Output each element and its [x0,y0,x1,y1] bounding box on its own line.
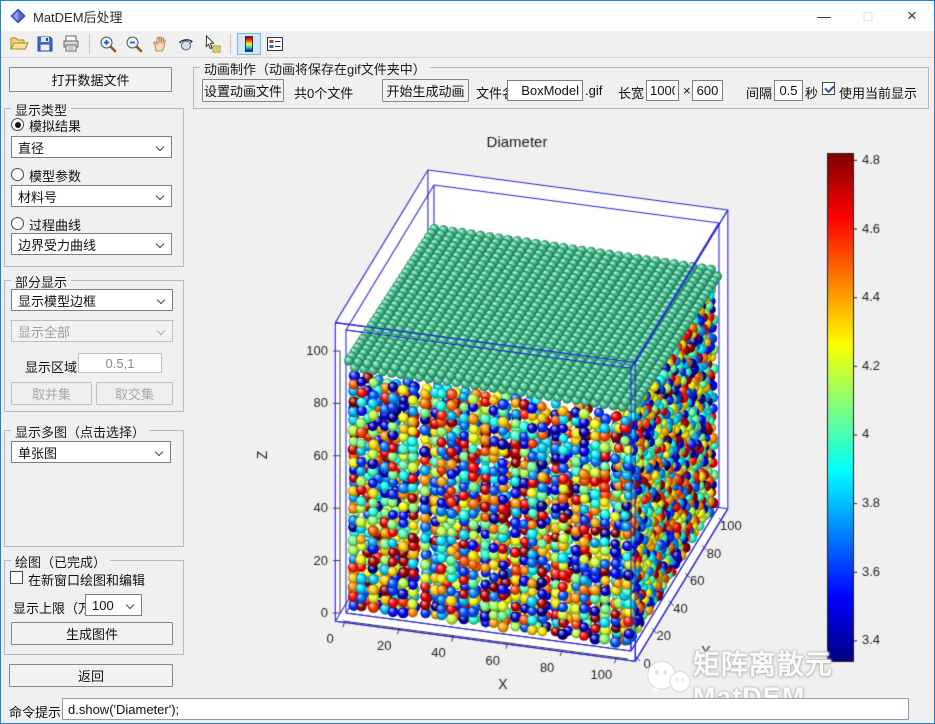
open-data-file-button[interactable]: 打开数据文件 [9,67,172,92]
radio-process-curve-label: 过程曲线 [29,215,81,234]
chevron-down-icon [156,143,164,151]
chevron-down-icon [155,448,163,456]
set-animation-files-button[interactable]: 设置动画文件 [202,79,284,102]
radio-simulation-result[interactable] [11,118,24,131]
process-curve-dropdown[interactable]: 边界受力曲线 [11,233,172,255]
radio-simulation-result-label: 模拟结果 [29,116,81,135]
interval-input[interactable] [774,80,803,101]
start-animation-button[interactable]: 开始生成动画 [382,79,469,102]
data-cursor-icon[interactable] [200,33,224,55]
insert-legend-icon[interactable] [263,33,287,55]
use-current-display-label: 使用当前显示 [839,83,917,102]
open-file-icon[interactable] [7,33,31,55]
zoom-out-icon[interactable] [122,33,146,55]
radio-process-curve[interactable] [11,217,24,230]
chevron-down-icon [157,296,165,304]
chevron-down-icon [126,601,134,609]
animation-panel: 动画制作（动画将保存在gif文件夹中） 设置动画文件 共0个文件 开始生成动画 … [193,67,929,109]
use-current-display-checkbox[interactable] [822,82,835,95]
model-frame-dropdown-value: 显示模型边框 [18,291,96,310]
gif-height-input[interactable] [692,80,723,101]
toolbar-separator [89,34,90,54]
interval-label: 间隔 [746,83,772,102]
display-region-label: 显示区域 [25,357,77,376]
maximize-icon[interactable]: □ [846,1,890,31]
chevron-down-icon [156,240,164,248]
rotate-3d-icon[interactable] [174,33,198,55]
toolbar [1,31,934,58]
multi-figure-legend: 显示多图（点击选择） [11,422,149,441]
window-title: MatDEM后处理 [33,7,123,26]
chevron-down-icon [156,192,164,200]
display-region-input[interactable] [78,353,162,373]
matdem-postprocess-window: MatDEM后处理 — □ × [0,0,935,724]
size-label: 长宽 [618,83,644,102]
plot-panel-legend: 绘图（已完成） [11,552,110,571]
display-limit-value: 100 [92,598,114,613]
simulation-result-dropdown-value: 直径 [18,138,44,157]
display-limit-dropdown[interactable]: 100 [85,594,142,616]
command-prompt-input[interactable] [62,698,909,720]
chevron-down-icon [157,327,165,335]
save-icon[interactable] [33,33,57,55]
colorbar-toggle-icon[interactable] [237,33,261,55]
zoom-in-icon[interactable] [96,33,120,55]
close-icon[interactable]: × [890,1,934,31]
intersect-button[interactable]: 取交集 [96,382,173,405]
3d-plot-canvas[interactable] [187,58,935,698]
gif-width-input[interactable] [646,80,679,101]
display-range-dropdown-value: 显示全部 [18,322,70,341]
pan-hand-icon[interactable] [148,33,172,55]
union-button[interactable]: 取并集 [11,382,92,405]
command-prompt-label: 命令提示 [9,702,61,721]
minimize-icon[interactable]: — [802,1,846,31]
new-window-plot-label: 在新窗口绘图和编辑 [28,570,145,589]
multi-figure-dropdown-value: 单张图 [18,443,57,462]
display-range-dropdown[interactable]: 显示全部 [11,320,173,342]
simulation-result-dropdown[interactable]: 直径 [11,136,172,158]
animation-panel-legend: 动画制作（动画将保存在gif文件夹中） [200,59,430,78]
animation-file-count: 共0个文件 [294,83,353,102]
process-curve-dropdown-value: 边界受力曲线 [18,235,96,254]
radio-model-parameter[interactable] [11,168,24,181]
model-parameter-dropdown[interactable]: 材料号 [11,185,172,207]
radio-model-parameter-label: 模型参数 [29,166,81,185]
times-symbol: × [683,83,691,98]
new-window-plot-checkbox[interactable] [10,571,23,584]
matdem-logo-icon [10,8,26,24]
title-bar: MatDEM后处理 — □ × [1,1,934,31]
model-parameter-dropdown-value: 材料号 [18,187,57,206]
interval-unit: 秒 [805,83,818,102]
filename-input[interactable] [507,80,583,101]
return-button[interactable]: 返回 [9,664,173,687]
model-frame-dropdown[interactable]: 显示模型边框 [11,289,173,311]
print-icon[interactable] [59,33,83,55]
filename-extension: .gif [585,83,602,98]
multi-figure-dropdown[interactable]: 单张图 [11,441,171,463]
generate-figure-button[interactable]: 生成图件 [11,622,173,645]
toolbar-separator [230,34,231,54]
